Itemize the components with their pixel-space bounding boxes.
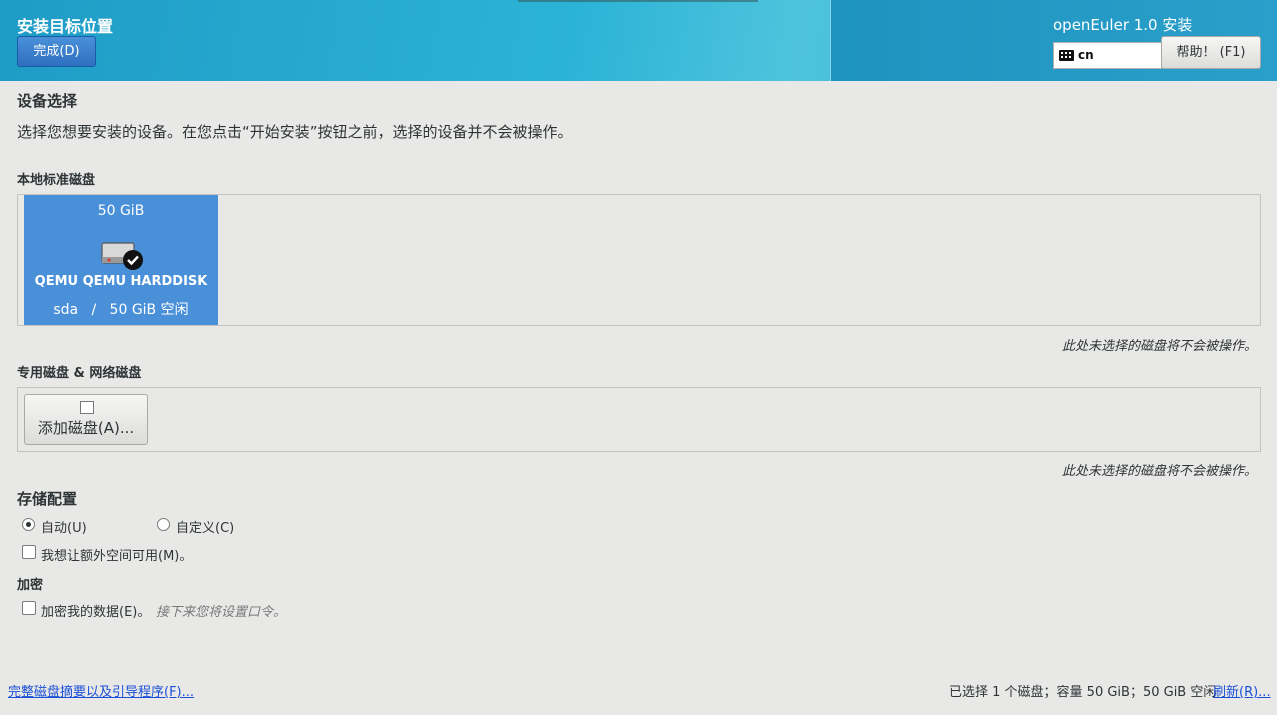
auto-radio[interactable] <box>22 518 35 531</box>
header-top-line <box>518 0 758 2</box>
help-button[interactable]: 帮助！ (F1) <box>1161 36 1261 69</box>
extra-space-label[interactable]: 我想让额外空间可用(M)。 <box>41 545 192 564</box>
disk-sda[interactable]: 50 GiB QEMU QEMU HARDDISK sda / 50 GiB 空… <box>24 195 218 325</box>
special-disks-heading: 专用磁盘 & 网络磁盘 <box>17 366 142 381</box>
disk-info: sda / 50 GiB 空闲 <box>53 302 189 318</box>
header-divider <box>830 0 831 81</box>
keyboard-layout-indicator[interactable]: cn <box>1053 42 1162 69</box>
done-button[interactable]: 完成(D) <box>17 36 96 67</box>
custom-radio[interactable] <box>157 518 170 531</box>
product-title: openEuler 1.0 安装 <box>1053 16 1193 34</box>
extra-space-checkbox[interactable] <box>22 545 36 559</box>
local-disks-panel: 50 GiB QEMU QEMU HARDDISK sda / 50 GiB 空… <box>17 194 1261 326</box>
selection-status: 已选择 1 个磁盘；容量 50 GiB；50 GiB 空闲 <box>949 685 1217 700</box>
page-title: 安装目标位置 <box>17 17 114 36</box>
custom-radio-label[interactable]: 自定义(C) <box>176 517 234 536</box>
keyboard-layout-label: cn <box>1078 48 1094 62</box>
header-bar: 安装目标位置 完成(D) openEuler 1.0 安装 cn 帮助！ (F1… <box>0 0 1277 81</box>
encrypt-checkbox[interactable] <box>22 601 36 615</box>
encrypt-label[interactable]: 加密我的数据(E)。 <box>41 601 150 620</box>
device-selection-heading: 设备选择 <box>17 92 78 110</box>
storage-config-heading: 存储配置 <box>17 490 78 508</box>
disk-name: QEMU QEMU HARDDISK <box>34 274 208 289</box>
device-selection-description: 选择您想要安装的设备。在您点击“开始安装”按钮之前，选择的设备并不会被操作。 <box>17 123 573 141</box>
local-disks-heading: 本地标准磁盘 <box>17 173 96 188</box>
refresh-link[interactable]: 刷新(R)... <box>1213 681 1271 700</box>
special-disks-panel: 添加磁盘(A)... <box>17 387 1261 452</box>
add-disk-icon <box>80 401 94 414</box>
auto-radio-label[interactable]: 自动(U) <box>41 517 87 536</box>
harddisk-selected-icon <box>101 242 143 270</box>
special-disks-note: 此处未选择的磁盘将不会被操作。 <box>1061 464 1257 479</box>
add-disk-label: 添加磁盘(A)... <box>37 419 135 437</box>
keyboard-icon <box>1059 50 1074 61</box>
encryption-heading: 加密 <box>17 578 44 593</box>
add-disk-button[interactable]: 添加磁盘(A)... <box>24 394 148 445</box>
disk-size: 50 GiB <box>97 203 145 219</box>
encrypt-hint: 接下来您将设置口令。 <box>156 605 287 620</box>
local-disks-note: 此处未选择的磁盘将不会被操作。 <box>1061 339 1257 354</box>
disk-summary-link[interactable]: 完整磁盘摘要以及引导程序(F)... <box>8 681 194 700</box>
